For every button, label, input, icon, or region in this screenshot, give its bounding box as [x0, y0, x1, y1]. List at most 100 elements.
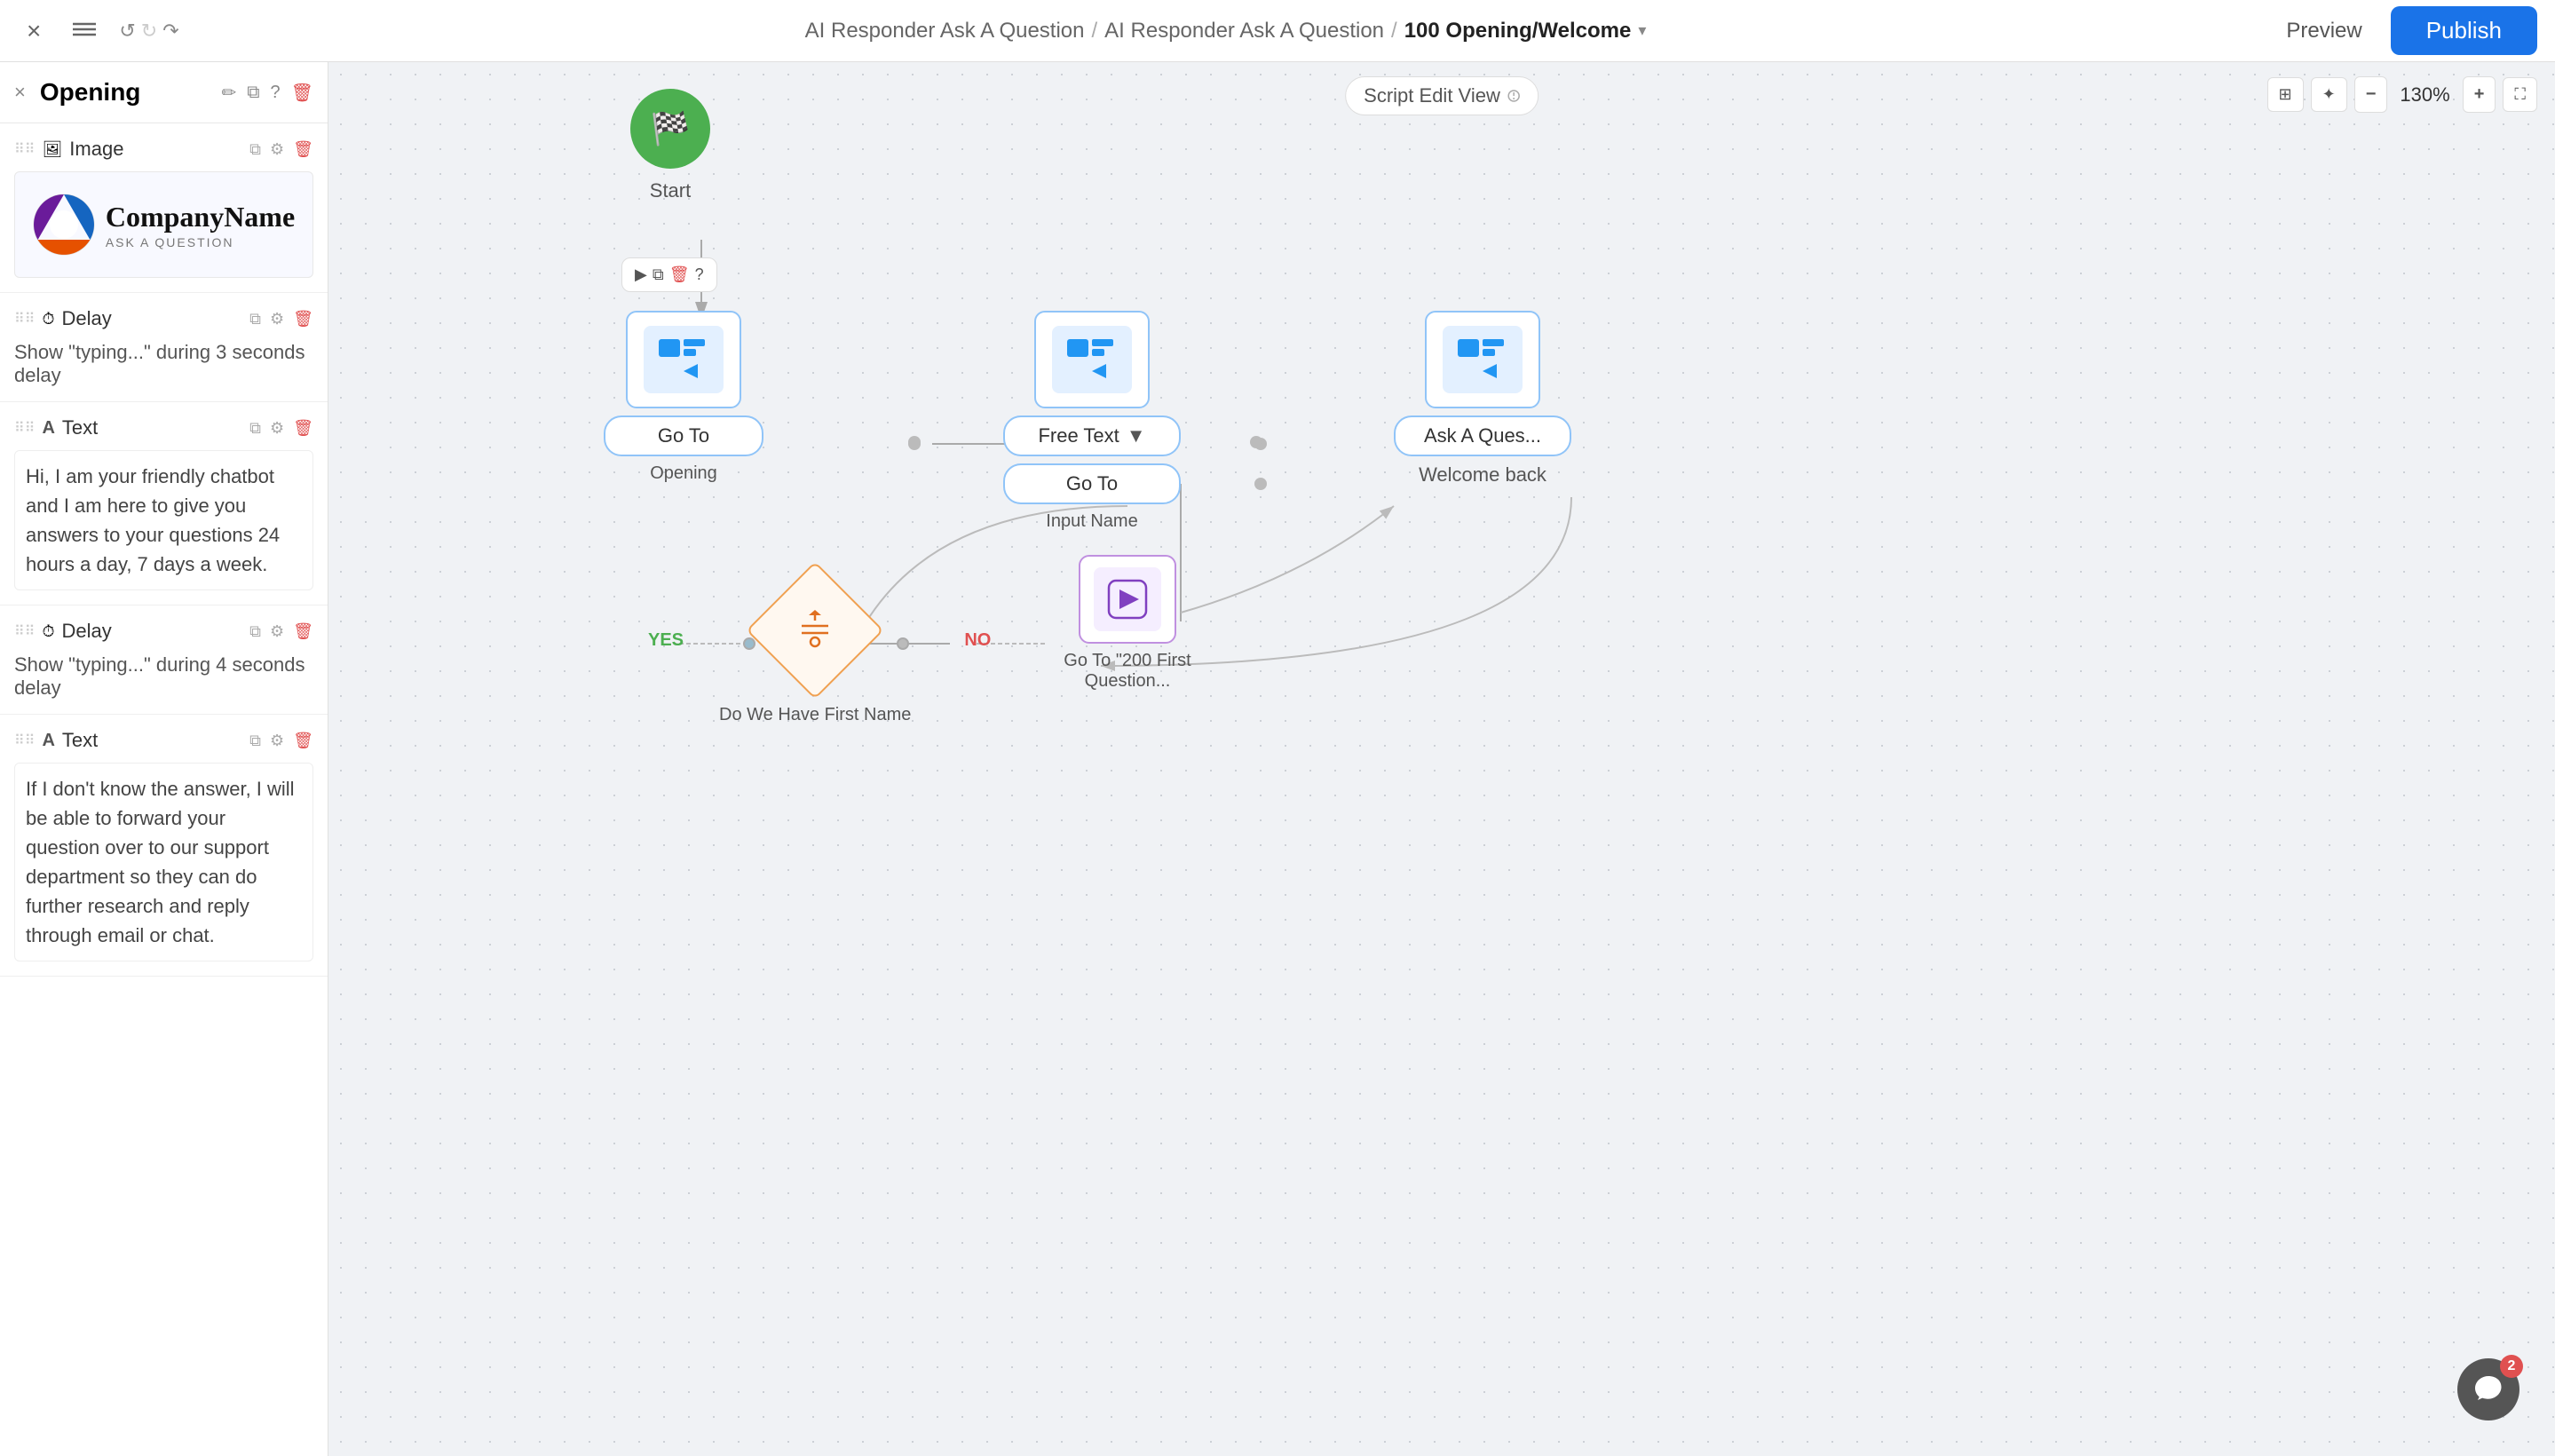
delete-icon[interactable]: 🗑	[291, 82, 313, 104]
canvas-controls: ⊞ ✦ − 130% + ⛶	[2267, 76, 2537, 113]
free-text-dropdown-icon[interactable]: ▼	[1127, 424, 1146, 447]
play-toolbar-btn[interactable]: ▶	[635, 265, 647, 284]
undo-button[interactable]: ↺	[119, 20, 135, 43]
no-label: NO	[964, 630, 991, 651]
opening-goto-node[interactable]: Go To Opening	[604, 311, 763, 484]
delay1-copy-icon[interactable]: ⧉	[249, 310, 261, 328]
close-button[interactable]: ×	[18, 13, 50, 49]
canvas[interactable]: Script Edit View ⊞ ✦ − 130% + ⛶	[328, 62, 2555, 1456]
delay1-delete-icon[interactable]: 🗑	[293, 310, 313, 328]
free-text-label: Free Text	[1038, 424, 1119, 447]
edit-icon[interactable]: ✏	[221, 82, 236, 104]
breadcrumb-part2[interactable]: AI Responder Ask A Question	[1104, 19, 1384, 44]
zoom-out-button[interactable]: −	[2354, 76, 2388, 113]
delay1-type-icon: ⏱	[42, 310, 54, 328]
canvas-toolbar[interactable]: Script Edit View	[1345, 76, 1539, 115]
breadcrumb-sep2: /	[1391, 19, 1397, 44]
image-type-icon: 🖼	[42, 140, 62, 159]
yes-label: YES	[648, 630, 684, 651]
free-text-label-box[interactable]: Free Text ▼	[1003, 415, 1181, 456]
fullscreen-button[interactable]: ⛶	[2503, 77, 2537, 112]
image-copy-icon[interactable]: ⧉	[249, 140, 261, 159]
topbar: × ↺ ↻ ↷ AI Responder Ask A Question / AI…	[0, 0, 2555, 62]
publish-button[interactable]: Publish	[2391, 6, 2537, 55]
free-text-node[interactable]: Free Text ▼ Go To Input Name	[1003, 311, 1181, 532]
connector-dot2	[1250, 436, 1262, 448]
text2-copy-icon[interactable]: ⧉	[249, 732, 261, 750]
copy-toolbar-btn[interactable]: ⧉	[653, 265, 664, 284]
start-label: Start	[650, 179, 691, 202]
dropdown-arrow-icon[interactable]: ▾	[1638, 21, 1646, 40]
opening-sublabel: Opening	[650, 463, 717, 484]
magic-wand-button[interactable]: ✦	[2311, 77, 2347, 112]
text2-type-icon: A	[42, 731, 54, 751]
chat-badge: 2	[2500, 1355, 2523, 1378]
drag-handle-icon[interactable]: ⠿⠿	[14, 732, 35, 749]
image-delete-icon[interactable]: 🗑	[293, 140, 313, 159]
text1-delete-icon[interactable]: 🗑	[293, 419, 313, 438]
panel-close-icon[interactable]: ×	[14, 81, 26, 104]
redo2-button[interactable]: ↷	[162, 20, 178, 43]
text2-section: ⠿⠿ A Text ⧉ ⚙ 🗑 If I don't know the answ…	[0, 715, 328, 977]
delay2-settings-icon[interactable]: ⚙	[270, 622, 284, 641]
ask-question-label[interactable]: Ask A Ques...	[1394, 415, 1571, 456]
zoom-level: 130%	[2394, 83, 2455, 107]
image-type-label: Image	[69, 138, 123, 161]
company-name-text: CompanyName	[106, 201, 295, 233]
help-icon[interactable]: ?	[270, 83, 280, 103]
image-preview: CompanyName ASK A QUESTION	[14, 171, 313, 278]
drag-handle-icon[interactable]: ⠿⠿	[14, 140, 35, 158]
delete-toolbar-btn[interactable]: 🗑	[669, 265, 690, 284]
company-sub-text: ASK A QUESTION	[106, 235, 295, 249]
ask-question-node[interactable]: Ask A Ques... Welcome back	[1394, 311, 1571, 487]
text1-type-icon: A	[42, 418, 54, 439]
text1-content: Hi, I am your friendly chatbot and I am …	[14, 450, 313, 590]
panel-title: Opening	[40, 78, 213, 107]
start-node: 🏁 Start	[630, 89, 710, 202]
text2-content: If I don't know the answer, I will be ab…	[14, 763, 313, 961]
delay2-type-label: Delay	[61, 620, 111, 643]
text1-settings-icon[interactable]: ⚙	[270, 419, 284, 438]
redo-button[interactable]: ↻	[141, 20, 157, 43]
delay2-delete-icon[interactable]: 🗑	[293, 622, 313, 641]
copy-icon[interactable]: ⧉	[247, 83, 259, 103]
delay2-type-icon: ⏱	[42, 622, 54, 641]
delay2-content: Show "typing..." during 4 seconds delay	[14, 653, 313, 700]
script-edit-view-label: Script Edit View	[1364, 84, 1500, 107]
delay2-copy-icon[interactable]: ⧉	[249, 622, 261, 641]
main-area: × Opening ✏ ⧉ ? 🗑 ⠿⠿ 🖼 Image ⧉ ⚙ 🗑	[0, 62, 2555, 1456]
drag-handle-icon[interactable]: ⠿⠿	[14, 310, 35, 328]
help-toolbar-btn[interactable]: ?	[695, 265, 704, 284]
goto200-node[interactable]: Go To "200 First Question...	[1030, 555, 1225, 692]
fit-screen-button[interactable]: ⊞	[2267, 77, 2304, 112]
delay1-settings-icon[interactable]: ⚙	[270, 310, 284, 328]
drag-handle-icon[interactable]: ⠿⠿	[14, 419, 35, 437]
connector-dot	[908, 436, 921, 448]
menu-button[interactable]	[64, 17, 105, 44]
delay1-type-label: Delay	[61, 307, 111, 330]
condition-label: Do We Have First Name	[719, 705, 911, 725]
welcome-back-label: Welcome back	[1419, 463, 1546, 487]
breadcrumb: AI Responder Ask A Question / AI Respond…	[194, 19, 2258, 44]
zoom-in-button[interactable]: +	[2463, 76, 2496, 113]
breadcrumb-sep1: /	[1092, 19, 1098, 44]
left-panel: × Opening ✏ ⧉ ? 🗑 ⠿⠿ 🖼 Image ⧉ ⚙ 🗑	[0, 62, 328, 1456]
opening-node-toolbar: ▶ ⧉ 🗑 ?	[621, 257, 717, 292]
text2-settings-icon[interactable]: ⚙	[270, 732, 284, 750]
company-logo: CompanyName ASK A QUESTION	[33, 194, 295, 256]
breadcrumb-part1[interactable]: AI Responder Ask A Question	[805, 19, 1085, 44]
text2-delete-icon[interactable]: 🗑	[293, 732, 313, 750]
opening-goto-label[interactable]: Go To	[604, 415, 763, 456]
panel-header: × Opening ✏ ⧉ ? 🗑	[0, 62, 328, 123]
preview-button[interactable]: Preview	[2272, 13, 2376, 49]
text2-type-label: Text	[62, 729, 98, 752]
drag-handle-icon[interactable]: ⠿⠿	[14, 622, 35, 640]
start-circle: 🏁	[630, 89, 710, 169]
input-name-goto-box[interactable]: Go To	[1003, 463, 1181, 504]
text1-copy-icon[interactable]: ⧉	[249, 419, 261, 438]
input-name-sublabel: Input Name	[1046, 511, 1137, 532]
chat-widget[interactable]: 2	[2457, 1358, 2519, 1420]
goto200-label: Go To "200 First Question...	[1030, 651, 1225, 692]
image-settings-icon[interactable]: ⚙	[270, 140, 284, 159]
text1-type-label: Text	[62, 416, 98, 439]
